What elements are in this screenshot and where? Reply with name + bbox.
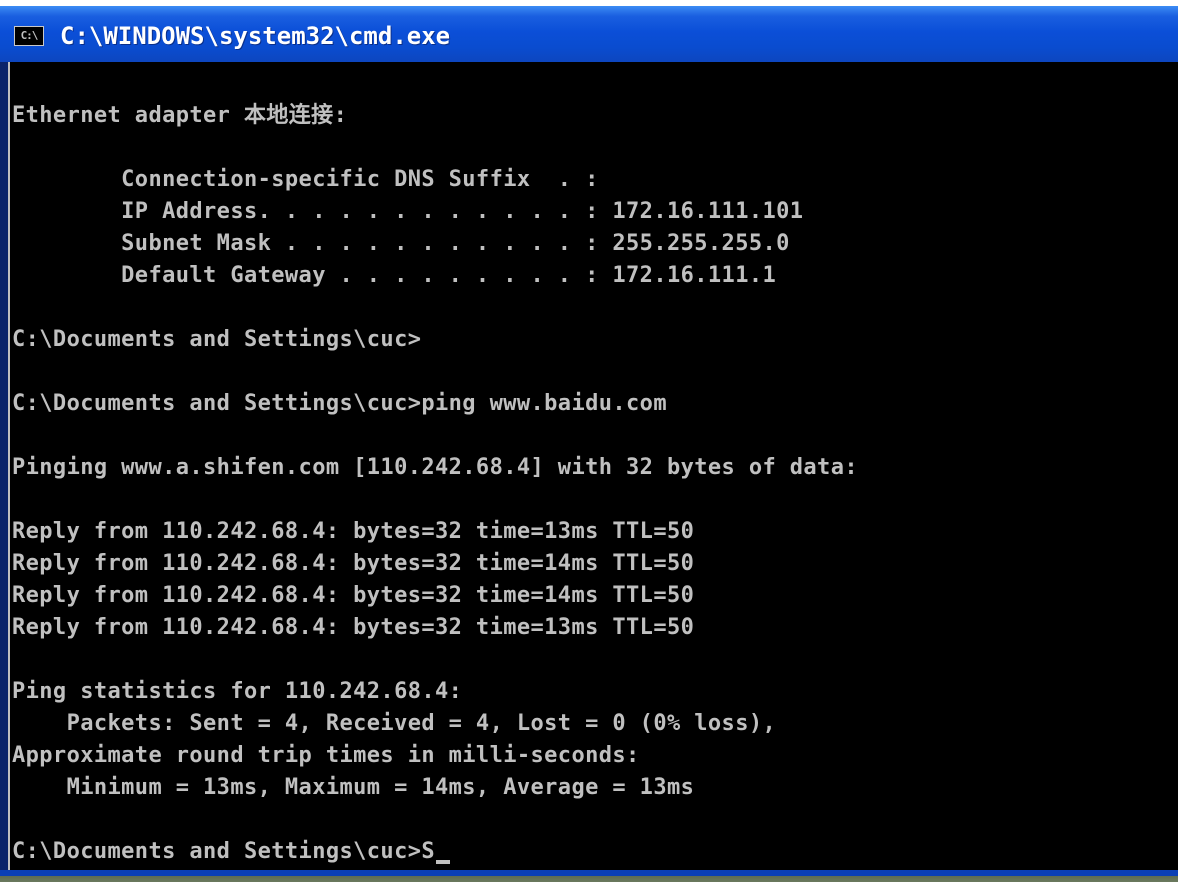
cmd-window: C:\ C:\WINDOWS\system32\cmd.exe Ethernet…	[0, 0, 1178, 882]
window-bottom-edge	[0, 870, 1178, 882]
adapter-heading: Ethernet adapter 本地连接:	[12, 103, 348, 128]
packets-stats-line: Packets: Sent = 4, Received = 4, Lost = …	[12, 711, 777, 736]
console-icon: C:\	[14, 26, 44, 46]
current-prompt-text: C:\Documents and Settings\cuc>S	[12, 839, 435, 864]
reply-line: Reply from 110.242.68.4: bytes=32 time=1…	[12, 583, 695, 608]
ip-address-line: IP Address. . . . . . . . . . . . : 172.…	[12, 199, 804, 224]
text-cursor	[436, 860, 450, 864]
ping-command-line: C:\Documents and Settings\cuc>ping www.b…	[12, 391, 667, 416]
title-bar[interactable]: C:\ C:\WINDOWS\system32\cmd.exe	[0, 0, 1178, 62]
dns-suffix-line: Connection-specific DNS Suffix . :	[12, 167, 599, 192]
pinging-line: Pinging www.a.shifen.com [110.242.68.4] …	[12, 455, 858, 480]
round-trip-heading: Approximate round trip times in milli-se…	[12, 743, 640, 768]
console-output[interactable]: Ethernet adapter 本地连接: Connection-specif…	[8, 62, 1178, 870]
reply-line: Reply from 110.242.68.4: bytes=32 time=1…	[12, 551, 695, 576]
window-title: C:\WINDOWS\system32\cmd.exe	[60, 22, 451, 50]
reply-line: Reply from 110.242.68.4: bytes=32 time=1…	[12, 519, 695, 544]
round-trip-stats-line: Minimum = 13ms, Maximum = 14ms, Average …	[12, 775, 695, 800]
reply-line: Reply from 110.242.68.4: bytes=32 time=1…	[12, 615, 695, 640]
current-prompt-line[interactable]: C:\Documents and Settings\cuc>S	[12, 836, 450, 868]
default-gateway-line: Default Gateway . . . . . . . . . : 172.…	[12, 263, 777, 288]
prompt-line: C:\Documents and Settings\cuc>	[12, 327, 422, 352]
subnet-mask-line: Subnet Mask . . . . . . . . . . . : 255.…	[12, 231, 790, 256]
ping-statistics-heading: Ping statistics for 110.242.68.4:	[12, 679, 463, 704]
